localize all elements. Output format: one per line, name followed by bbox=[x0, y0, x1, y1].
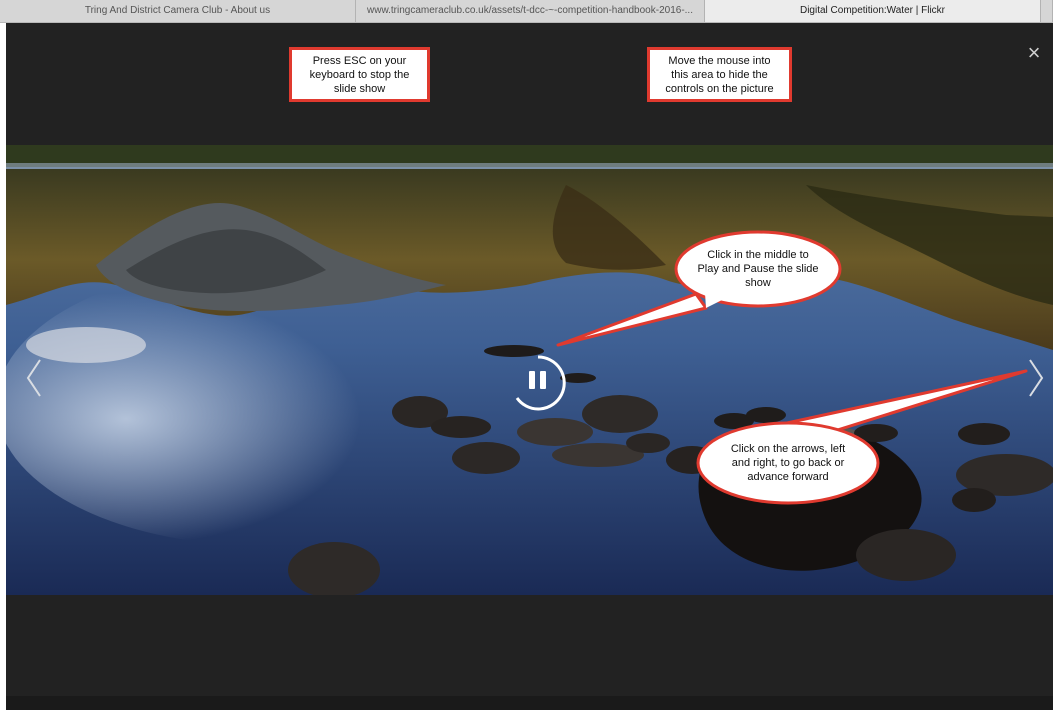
viewer-footer-bar bbox=[6, 696, 1053, 710]
esc-callout: Press ESC on your keyboard to stop the s… bbox=[289, 47, 430, 102]
play-pause-button[interactable] bbox=[508, 353, 568, 413]
browser-tab-camera-club[interactable]: Tring And District Camera Club - About u… bbox=[0, 0, 356, 22]
play-pause-callout: Click in the middle to Play and Pause th… bbox=[697, 249, 819, 289]
close-icon[interactable]: × bbox=[1022, 41, 1046, 65]
hide-controls-callout: Move the mouse into this area to hide th… bbox=[647, 47, 792, 102]
controls-hide-area[interactable] bbox=[6, 23, 1053, 145]
filmstrip-area bbox=[6, 595, 1053, 710]
arrows-callout: Click on the arrows, left and right, to … bbox=[730, 443, 846, 483]
browser-tab-overflow[interactable] bbox=[1041, 0, 1053, 22]
chevron-right-icon[interactable] bbox=[1024, 356, 1048, 400]
pause-icon bbox=[529, 371, 546, 389]
slideshow-viewer: × Click in the middle to Play and Pause … bbox=[6, 23, 1053, 710]
browser-tab-bar: Tring And District Camera Club - About u… bbox=[0, 0, 1053, 23]
chevron-left-icon[interactable] bbox=[22, 356, 46, 400]
browser-tab-flickr[interactable]: Digital Competition:Water | Flickr bbox=[705, 0, 1041, 22]
browser-tab-handbook[interactable]: www.tringcameraclub.co.uk/assets/t-dcc-~… bbox=[356, 0, 705, 22]
